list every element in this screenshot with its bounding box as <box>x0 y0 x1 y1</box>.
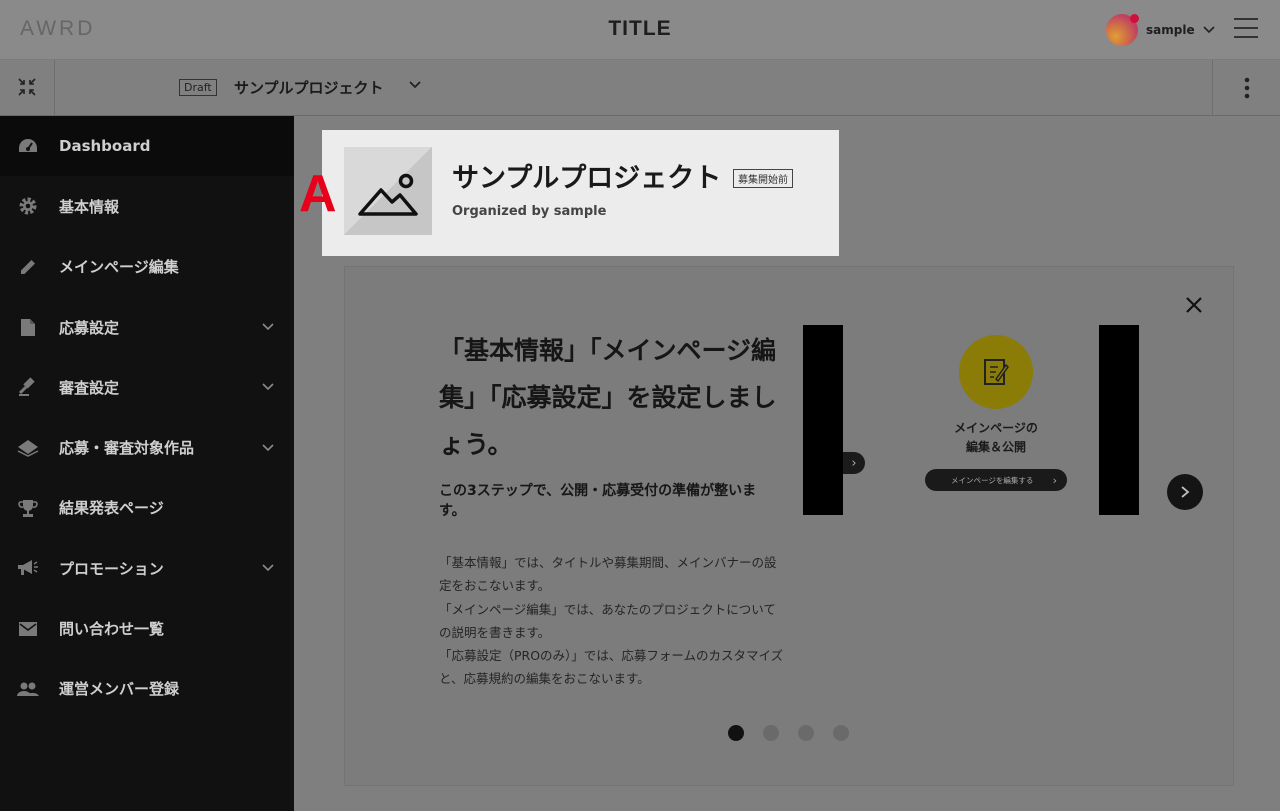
sidebar-item-promotion[interactable]: プロモーション <box>0 538 294 598</box>
onboarding-description: 「基本情報」では、タイトルや募集期間、メインバナーの設 定をおこないます。 「メ… <box>439 551 784 691</box>
gear-icon <box>17 195 39 217</box>
pagination-dot[interactable] <box>833 725 849 741</box>
chevron-down-icon <box>262 444 274 451</box>
heading-line: 「基本情報」「メインページ編 <box>439 336 777 365</box>
project-selector-label: サンプルプロジェクト <box>234 79 384 97</box>
onboarding-subheading: この3ステップで、公開・応募受付の準備が整いま す。 <box>439 481 779 521</box>
hamburger-menu-button[interactable] <box>1234 18 1260 40</box>
sidebar-item-inquiries[interactable]: 問い合わせ一覧 <box>0 598 294 658</box>
edit-main-page-button-label: メインページを編集する <box>951 475 1034 485</box>
body-line: の説明を書きます。 <box>439 624 551 640</box>
sidebar-item-basic-info[interactable]: 基本情報 <box>0 176 294 236</box>
sidebar-item-label: 運営メンバー登録 <box>59 680 180 699</box>
avatar[interactable] <box>1106 14 1139 46</box>
pagination-dot[interactable] <box>728 725 744 741</box>
slide-caption-line: 編集＆公開 <box>965 440 1026 454</box>
people-icon <box>17 678 39 700</box>
sidebar-item-submissions[interactable]: 応募・審査対象作品 <box>0 417 294 477</box>
sidebar-item-label: 審査設定 <box>59 378 120 397</box>
body-line: 「メインページ編集」では、あなたのプロジェクトについて <box>439 601 776 617</box>
sidebar-item-label: 問い合わせ一覧 <box>59 620 165 639</box>
chevron-right-icon <box>1181 486 1190 498</box>
page-title: TITLE <box>608 17 672 40</box>
body-line: 定をおこないます。 <box>439 578 551 594</box>
slide-mask-left <box>803 325 843 515</box>
project-thumbnail[interactable] <box>344 147 432 235</box>
next-slide-button[interactable] <box>1167 474 1203 510</box>
slide-caption-line: メインページの <box>954 421 1038 435</box>
heading-line: 集」「応募設定」を設定しまし <box>439 383 777 412</box>
organizer-label: Organized by sample <box>452 204 607 219</box>
body-line: 「応募設定（PROのみ）」では、応募フォームのカスタマイズ <box>439 648 784 664</box>
body-line: と、応募規約の編集をおこないます。 <box>439 671 650 687</box>
collapse-icon <box>18 78 36 96</box>
image-placeholder-icon <box>358 173 418 216</box>
sidebar-item-judging-settings[interactable]: 審査設定 <box>0 357 294 417</box>
project-selector[interactable]: サンプルプロジェクト <box>234 77 384 98</box>
sidebar-item-dashboard[interactable]: Dashboard <box>0 116 294 177</box>
chevron-down-icon <box>262 564 274 572</box>
onboarding-heading: 「基本情報」「メインページ編 集」「応募設定」を設定しまし ょう。 <box>439 327 779 468</box>
pencil-icon <box>17 256 39 278</box>
sidebar-item-results-page[interactable]: 結果発表ページ <box>0 478 294 538</box>
edit-page-icon <box>959 335 1033 409</box>
project-title: サンプルプロジェクト <box>452 163 722 194</box>
edit-main-page-button[interactable]: メインページを編集する › <box>925 469 1067 491</box>
onboarding-carousel: › メインページの 編集＆公開 メインページを編集する › <box>803 325 1203 515</box>
sidebar-item-entry-settings[interactable]: 応募設定 <box>0 297 294 357</box>
project-selector-chevron-icon[interactable] <box>408 80 422 90</box>
sidebar-item-label: 基本情報 <box>59 197 120 216</box>
sidebar-item-label: Dashboard <box>59 137 151 156</box>
pagination-dot[interactable] <box>798 725 814 741</box>
slide-caption: メインページの 編集＆公開 <box>919 419 1073 457</box>
collapse-sidebar-button[interactable] <box>0 60 55 115</box>
sidebar-item-label: 応募・審査対象作品 <box>59 439 195 458</box>
slide-mask-right <box>1099 325 1139 515</box>
project-toolbar: Draft サンプルプロジェクト <box>0 60 1280 116</box>
sidebar-item-label: 結果発表ページ <box>59 499 164 518</box>
gavel-icon <box>17 376 39 398</box>
close-icon <box>1186 297 1202 313</box>
body-line: 「基本情報」では、タイトルや募集期間、メインバナーの設 <box>439 555 777 570</box>
kebab-icon <box>1244 77 1250 99</box>
sidebar-item-label: プロモーション <box>59 559 164 578</box>
sidebar-item-label: メインページ編集 <box>59 258 179 277</box>
subheading-line: この3ステップで、公開・応募受付の準備が整いま <box>439 483 757 499</box>
mail-icon <box>17 618 39 640</box>
dashboard-icon <box>17 135 39 157</box>
sidebar-item-main-page-edit[interactable]: メインページ編集 <box>0 237 294 297</box>
carousel-pagination <box>728 725 849 741</box>
megaphone-icon <box>17 557 39 579</box>
onboarding-card: 「基本情報」「メインページ編 集」「応募設定」を設定しまし ょう。 この3ステッ… <box>344 266 1234 786</box>
layers-icon <box>17 437 39 459</box>
sidebar-item-label: 応募設定 <box>59 318 120 337</box>
subheading-line: す。 <box>439 503 466 519</box>
more-options-button[interactable] <box>1212 60 1280 115</box>
project-header-card: サンプルプロジェクト 募集開始前 Organized by sample <box>322 130 839 256</box>
chevron-down-icon[interactable] <box>1203 26 1215 34</box>
notification-dot <box>1130 14 1139 23</box>
sidebar-item-members[interactable]: 運営メンバー登録 <box>0 659 294 719</box>
chevron-right-icon: › <box>851 455 857 471</box>
chevron-down-icon <box>262 323 274 331</box>
chevron-down-icon <box>262 383 274 391</box>
close-button[interactable] <box>1183 294 1205 316</box>
draft-badge: Draft <box>179 79 217 96</box>
status-badge: 募集開始前 <box>733 169 793 188</box>
previous-slide-button[interactable]: › <box>843 452 865 474</box>
document-icon <box>17 316 39 338</box>
trophy-icon <box>17 497 39 519</box>
user-name[interactable]: sample <box>1146 23 1195 37</box>
annotation-marker: A <box>299 165 337 223</box>
chevron-right-icon: › <box>1052 473 1057 487</box>
sidebar: Dashboard 基本情報 メインページ編集 応募設定 審査設定 応募・審査対… <box>0 116 294 811</box>
top-bar: AWRD TITLE sample <box>0 0 1280 60</box>
pagination-dot[interactable] <box>763 725 779 741</box>
heading-line: ょう。 <box>439 430 513 459</box>
user-menu[interactable]: sample <box>1106 14 1215 46</box>
